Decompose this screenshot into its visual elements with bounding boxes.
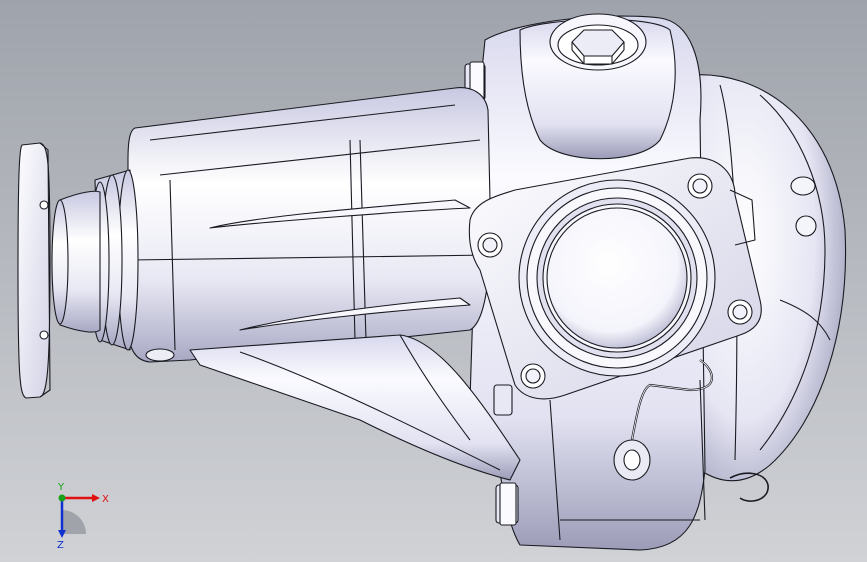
axle-flange	[17, 142, 51, 399]
3d-model-view[interactable]	[0, 0, 867, 562]
graphics-viewport[interactable]: X Y Z	[0, 0, 867, 562]
y-axis-label: Y	[57, 482, 65, 493]
x-axis-label: X	[102, 494, 109, 505]
lower-rib	[189, 334, 521, 481]
orientation-triad: X Y Z	[40, 478, 120, 551]
y-axis-dot	[58, 494, 66, 502]
z-axis-label: Z	[57, 540, 64, 548]
pinion-bore	[546, 207, 688, 349]
x-axis-arrow	[92, 494, 100, 502]
